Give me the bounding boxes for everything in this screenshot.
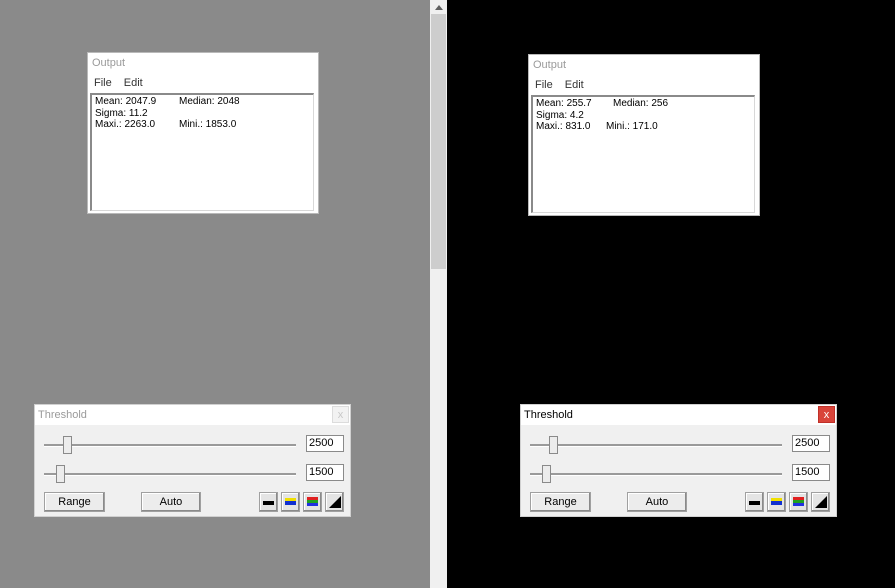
ramp-lut-icon[interactable] xyxy=(325,492,344,512)
menu-file[interactable]: File xyxy=(535,79,553,91)
upper-threshold-slider[interactable] xyxy=(44,435,296,455)
upper-threshold-field[interactable]: 2500 xyxy=(306,435,344,452)
slider-track xyxy=(44,444,296,447)
threshold-title: Threshold xyxy=(38,409,87,421)
lower-threshold-field[interactable]: 1500 xyxy=(306,464,344,481)
close-icon[interactable]: x xyxy=(332,406,349,423)
threshold-window-left[interactable]: Threshold x 2500 1500 Range Auto xyxy=(34,404,351,517)
slider-track xyxy=(44,473,296,476)
stat-mini: Mini.: 1853.0 xyxy=(179,119,237,130)
yellow-blue-lut-icon[interactable] xyxy=(767,492,786,512)
menu-file[interactable]: File xyxy=(94,77,112,89)
threshold-title: Threshold xyxy=(524,409,573,421)
stat-mean: Mean: 255.7 xyxy=(536,98,592,109)
ramp-lut-icon[interactable] xyxy=(811,492,830,512)
auto-button[interactable]: Auto xyxy=(627,492,687,512)
stat-maxi: Maxi.: 831.0 xyxy=(536,121,591,132)
stat-maxi: Maxi.: 2263.0 xyxy=(95,119,156,130)
output-text-area[interactable]: Mean: 255.7 Median: 256 Sigma: 4.2 Maxi.:… xyxy=(531,95,755,213)
stat-mean: Mean: 2047.9 xyxy=(95,96,157,107)
output-text-area[interactable]: Mean: 2047.9 Median: 2048 Sigma: 11.2 Max… xyxy=(90,93,314,211)
output-menu-bar: File Edit xyxy=(535,79,584,91)
threshold-title-bar: Threshold x xyxy=(521,405,836,425)
slider-track xyxy=(530,444,782,447)
slider-thumb[interactable] xyxy=(542,465,551,483)
rgb-lut-icon[interactable] xyxy=(789,492,808,512)
stat-median: Median: 256 xyxy=(613,98,669,109)
close-icon[interactable]: x xyxy=(818,406,835,423)
rgb-lut-icon[interactable] xyxy=(303,492,322,512)
output-menu-bar: File Edit xyxy=(94,77,143,89)
stat-sigma: Sigma: 11.2 xyxy=(95,107,148,119)
slider-thumb[interactable] xyxy=(63,436,72,454)
range-button[interactable]: Range xyxy=(44,492,105,512)
output-window-right[interactable]: Output File Edit Mean: 255.7 Median: 256 … xyxy=(528,54,760,216)
black-white-lut-icon[interactable] xyxy=(259,492,278,512)
output-title: Output xyxy=(92,57,126,69)
slider-track xyxy=(530,473,782,476)
upper-threshold-field[interactable]: 2500 xyxy=(792,435,830,452)
stat-sigma: Sigma: 4.2 xyxy=(536,109,584,121)
upper-threshold-slider[interactable] xyxy=(530,435,782,455)
black-white-lut-icon[interactable] xyxy=(745,492,764,512)
output-window-left[interactable]: Output File Edit Mean: 2047.9 Median: 204… xyxy=(87,52,319,214)
threshold-window-right[interactable]: Threshold x 2500 1500 Range Auto xyxy=(520,404,837,517)
scroll-up-arrow-icon[interactable] xyxy=(430,0,447,14)
lower-threshold-slider[interactable] xyxy=(44,464,296,484)
range-button[interactable]: Range xyxy=(530,492,591,512)
stat-median: Median: 2048 xyxy=(179,96,240,107)
auto-button[interactable]: Auto xyxy=(141,492,201,512)
slider-thumb[interactable] xyxy=(56,465,65,483)
threshold-title-bar: Threshold x xyxy=(35,405,350,425)
yellow-blue-lut-icon[interactable] xyxy=(281,492,300,512)
menu-edit[interactable]: Edit xyxy=(565,79,584,91)
slider-thumb[interactable] xyxy=(549,436,558,454)
scrollbar-thumb[interactable] xyxy=(431,14,446,269)
output-title: Output xyxy=(533,59,567,71)
lower-threshold-field[interactable]: 1500 xyxy=(792,464,830,481)
vertical-scrollbar[interactable] xyxy=(430,0,447,588)
lower-threshold-slider[interactable] xyxy=(530,464,782,484)
menu-edit[interactable]: Edit xyxy=(124,77,143,89)
stat-mini: Mini.: 171.0 xyxy=(606,121,658,132)
